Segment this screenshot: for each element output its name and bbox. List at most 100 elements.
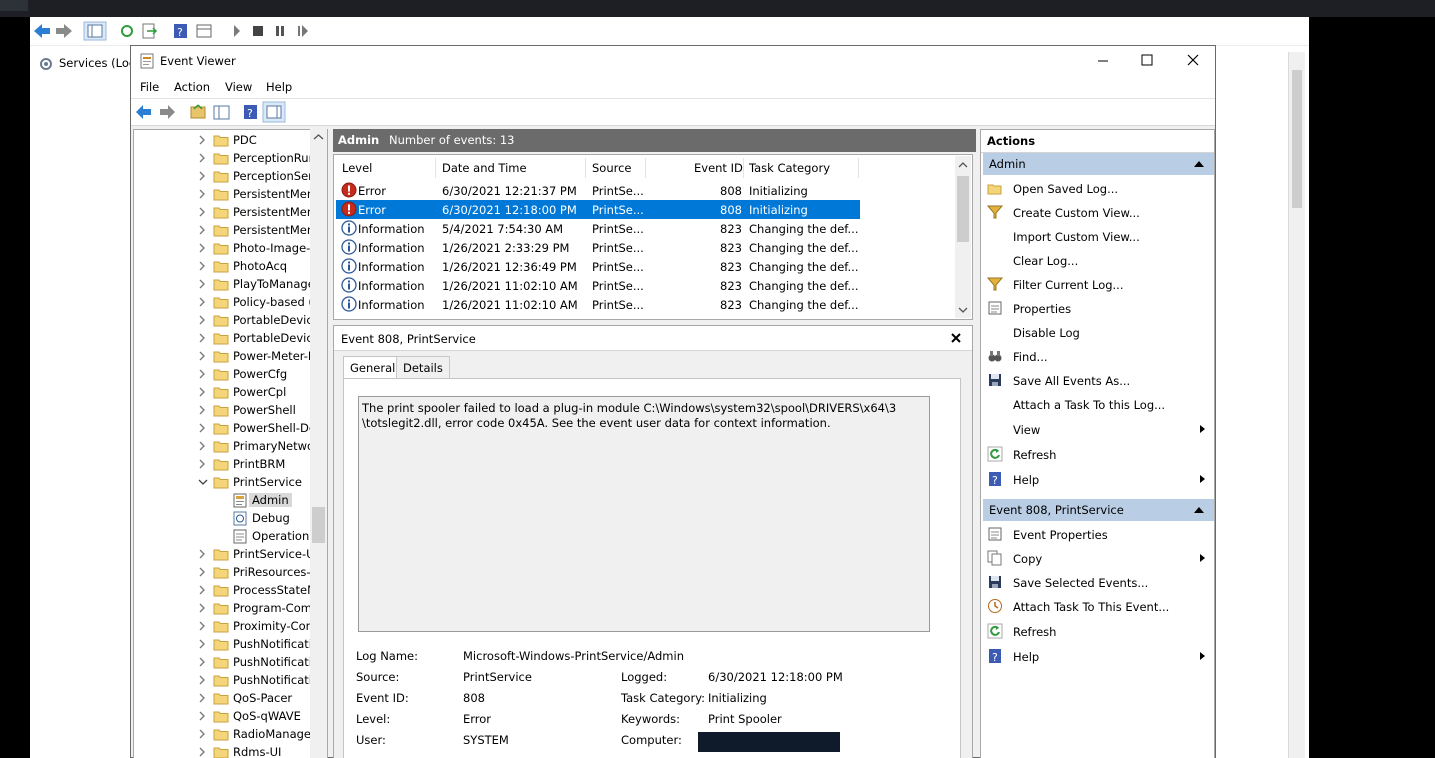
tree-item[interactable]: PushNotificati bbox=[134, 653, 314, 671]
tree-item[interactable]: Photo-Image- bbox=[134, 239, 314, 257]
tree-item[interactable]: Admin bbox=[134, 491, 314, 509]
action-clear-log[interactable]: Clear Log... bbox=[983, 249, 1211, 272]
action-view[interactable]: View bbox=[983, 418, 1211, 441]
scroll-thumb[interactable] bbox=[1292, 70, 1302, 208]
menu-bar: File Action View Help bbox=[131, 76, 1215, 99]
tree-item[interactable]: PersistentMem bbox=[134, 203, 318, 221]
column-level[interactable]: Level bbox=[342, 161, 372, 175]
tree-item[interactable]: PowerCfg bbox=[134, 365, 314, 383]
column-event-id[interactable]: Event ID bbox=[694, 161, 743, 175]
column-task-category[interactable]: Task Category bbox=[749, 161, 830, 175]
action-disable-log[interactable]: Disable Log bbox=[983, 321, 1211, 344]
close-button[interactable] bbox=[1170, 46, 1216, 76]
action-event-properties[interactable]: Event Properties bbox=[983, 523, 1211, 546]
event-id: 823 bbox=[720, 241, 742, 255]
tree-item[interactable]: PriResources-E bbox=[134, 563, 318, 581]
event-level: Error bbox=[358, 184, 387, 198]
tab-general[interactable]: General bbox=[343, 356, 403, 379]
column-date[interactable]: Date and Time bbox=[442, 161, 527, 175]
chevron-right-icon bbox=[199, 711, 205, 721]
action-open-saved-log[interactable]: Open Saved Log... bbox=[983, 177, 1211, 200]
tree-item[interactable]: PowerShell-De bbox=[134, 419, 316, 437]
event-description[interactable]: The print spooler failed to load a plug-… bbox=[358, 396, 930, 632]
action-save-selected-events[interactable]: Save Selected Events... bbox=[983, 571, 1211, 594]
actions-section-admin[interactable]: Admin bbox=[983, 153, 1214, 175]
tree-scrollbar[interactable] bbox=[310, 129, 327, 758]
tab-details[interactable]: Details bbox=[396, 356, 450, 378]
tree-item[interactable]: PerceptionSen bbox=[134, 167, 315, 185]
tree-item[interactable]: PDC bbox=[134, 131, 314, 149]
tree-item[interactable]: PortableDevice bbox=[134, 311, 320, 329]
action-attach-a-task-to-this-log[interactable]: Attach a Task To this Log... bbox=[983, 393, 1211, 416]
menu-help[interactable]: Help bbox=[266, 80, 292, 94]
action-import-custom-view[interactable]: Import Custom View... bbox=[983, 225, 1211, 248]
event-row[interactable]: Information 1/26/2021 12:36:49 PM PrintSe.… bbox=[336, 257, 860, 276]
tree-item[interactable]: PowerShell bbox=[134, 401, 314, 419]
tree-item[interactable]: PrimaryNetwo bbox=[134, 437, 314, 455]
action-save-all-events-as[interactable]: Save All Events As... bbox=[983, 369, 1211, 392]
tree-item[interactable]: Operationa bbox=[134, 527, 316, 545]
tree-item[interactable]: PortableDevice bbox=[134, 329, 320, 347]
action-copy[interactable]: Copy bbox=[983, 547, 1211, 570]
collapse-icon[interactable] bbox=[1194, 161, 1204, 167]
collapse-icon[interactable] bbox=[1194, 507, 1204, 513]
column-source[interactable]: Source bbox=[592, 161, 632, 175]
action-refresh[interactable]: Refresh bbox=[983, 443, 1211, 466]
action-properties[interactable]: Properties bbox=[983, 297, 1211, 320]
tree-item-label: RadioManager bbox=[233, 727, 316, 741]
folder-icon bbox=[213, 297, 229, 309]
event-row[interactable]: Error 6/30/2021 12:21:37 PM PrintSe... 808 I… bbox=[336, 181, 860, 200]
tree-item[interactable]: RadioManager bbox=[134, 725, 316, 743]
tree-item[interactable]: Debug bbox=[134, 509, 314, 527]
close-detail-icon[interactable] bbox=[950, 332, 962, 344]
actions-section-event[interactable]: Event 808, PrintService bbox=[983, 499, 1214, 521]
minimize-button[interactable] bbox=[1080, 46, 1126, 76]
tree-item[interactable]: PerceptionRur bbox=[134, 149, 314, 167]
menu-file[interactable]: File bbox=[140, 80, 159, 94]
tree-item[interactable]: PersistentMem bbox=[134, 185, 318, 203]
event-list-scrollbar[interactable] bbox=[955, 156, 971, 318]
tree-item-label: PDC bbox=[233, 133, 257, 147]
tree-item[interactable]: PersistentMem bbox=[134, 221, 318, 239]
action-help[interactable]: ? Help bbox=[983, 645, 1211, 668]
action-filter-current-log[interactable]: Filter Current Log... bbox=[983, 273, 1211, 296]
event-row[interactable]: Information 1/26/2021 2:33:29 PM PrintSe..… bbox=[336, 238, 860, 257]
menu-action[interactable]: Action bbox=[174, 80, 210, 94]
event-row[interactable]: Information 5/4/2021 7:54:30 AM PrintSe...… bbox=[336, 219, 860, 238]
tree-item[interactable]: QoS-qWAVE bbox=[134, 707, 314, 725]
tree-item[interactable]: PrintService-U bbox=[134, 545, 315, 563]
event-row[interactable]: Information 1/26/2021 11:02:10 AM PrintSe.… bbox=[336, 276, 860, 295]
menu-view[interactable]: View bbox=[225, 80, 252, 94]
action-help[interactable]: ? Help bbox=[983, 468, 1211, 491]
tree-item[interactable]: Policy-based ( bbox=[134, 293, 314, 311]
tree-item[interactable]: PlayToManage bbox=[134, 275, 315, 293]
action-create-custom-view[interactable]: Create Custom View... bbox=[983, 201, 1211, 224]
tree-item[interactable]: Power-Meter-I bbox=[134, 347, 314, 365]
tree-item[interactable]: PrintService bbox=[134, 473, 314, 491]
event-row[interactable]: Error 6/30/2021 12:18:00 PM PrintSe... 808 I… bbox=[336, 200, 860, 219]
tree-item[interactable]: PrintBRM bbox=[134, 455, 314, 473]
services-scrollbar[interactable] bbox=[1288, 52, 1305, 758]
action-find[interactable]: Find... bbox=[983, 345, 1211, 368]
tree-item[interactable]: Rdms-UI bbox=[134, 743, 314, 758]
tree-item[interactable]: PushNotificati bbox=[134, 671, 314, 689]
services-toolbar-icons[interactable]: ? bbox=[30, 17, 330, 45]
error-icon bbox=[341, 182, 357, 198]
tree-item[interactable]: Program-Com bbox=[134, 599, 314, 617]
tree-item-label: Proximity-Con bbox=[233, 619, 313, 633]
tree-item[interactable]: PushNotificati bbox=[134, 635, 314, 653]
action-refresh[interactable]: Refresh bbox=[983, 620, 1211, 643]
tree-item[interactable]: Proximity-Con bbox=[134, 617, 314, 635]
tree-item[interactable]: ProcessStateM bbox=[134, 581, 317, 599]
tree-item[interactable]: QoS-Pacer bbox=[134, 689, 314, 707]
maximize-button[interactable] bbox=[1124, 46, 1170, 76]
tree-item[interactable]: PhotoAcq bbox=[134, 257, 314, 275]
toolbar-icons[interactable]: ? bbox=[131, 99, 301, 125]
chevron-right-icon bbox=[199, 747, 205, 757]
background-tab[interactable] bbox=[0, 0, 28, 11]
event-date: 5/4/2021 7:54:30 AM bbox=[442, 222, 564, 236]
level-label: Level: bbox=[356, 712, 391, 726]
action-attach-task-to-this-event[interactable]: Attach Task To This Event... bbox=[983, 595, 1211, 618]
tree-item[interactable]: PowerCpl bbox=[134, 383, 314, 401]
event-row[interactable]: Information 1/26/2021 11:02:10 AM PrintSe.… bbox=[336, 295, 860, 314]
